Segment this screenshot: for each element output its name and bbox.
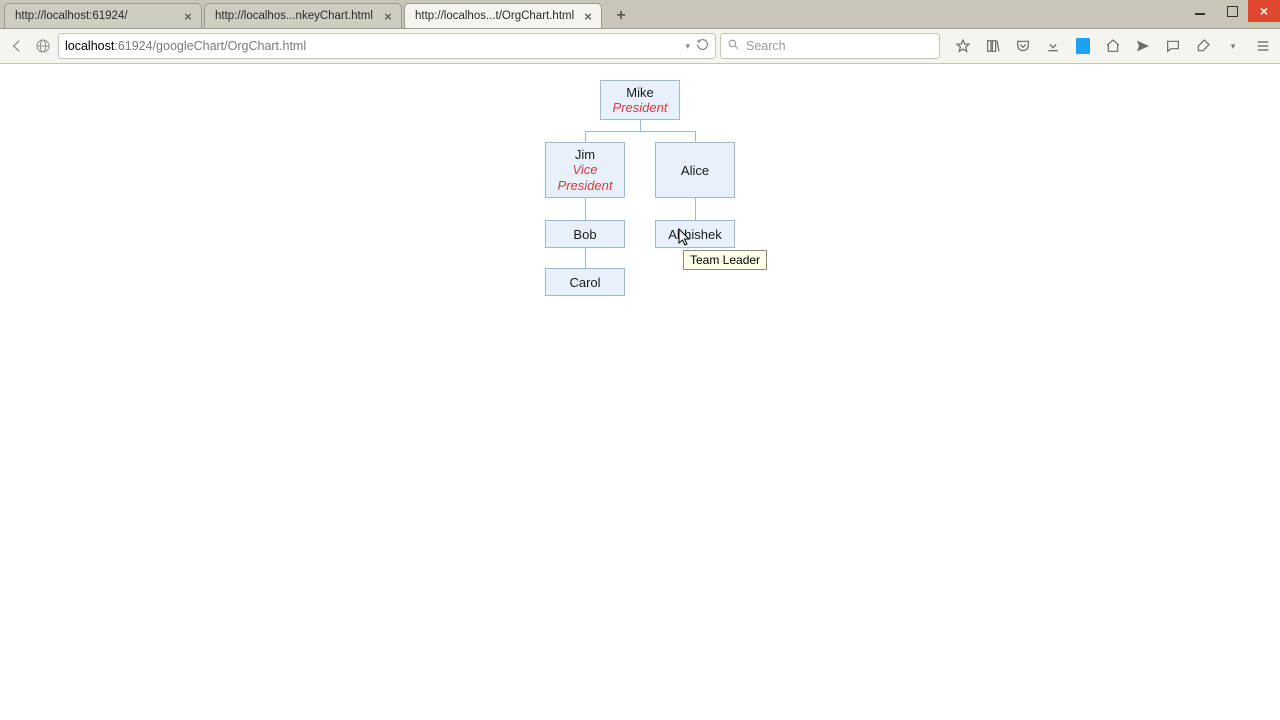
node-name: Alice xyxy=(681,163,709,178)
page-content: Mike President Jim Vice President Alice … xyxy=(0,80,1280,720)
toolbar-icons: ▾ xyxy=(954,37,1272,55)
url-dropdown-icon[interactable]: ▾ xyxy=(685,41,690,52)
reload-button[interactable] xyxy=(696,38,709,54)
pocket-icon[interactable] xyxy=(1014,37,1032,55)
node-tooltip: Team Leader xyxy=(683,250,767,270)
org-node-abhishek[interactable]: Abhishek xyxy=(655,220,735,248)
org-node-mike[interactable]: Mike President xyxy=(600,80,680,120)
org-node-alice[interactable]: Alice xyxy=(655,142,735,198)
library-icon[interactable] xyxy=(984,37,1002,55)
navbar: localhost :61924/googleChart/OrgChart.ht… xyxy=(0,29,1280,64)
node-title: Vice President xyxy=(558,162,613,193)
window-controls: × xyxy=(1184,0,1280,22)
tab-title: http://localhost:61924/ xyxy=(15,10,175,22)
search-placeholder: Search xyxy=(746,39,786,53)
connector xyxy=(585,248,586,268)
org-node-jim[interactable]: Jim Vice President xyxy=(545,142,625,198)
url-input[interactable]: localhost :61924/googleChart/OrgChart.ht… xyxy=(58,33,716,59)
downloads-icon[interactable] xyxy=(1044,37,1062,55)
org-node-carol[interactable]: Carol xyxy=(545,268,625,296)
connector xyxy=(585,198,586,220)
send-icon[interactable] xyxy=(1134,37,1152,55)
container-icon[interactable] xyxy=(1074,37,1092,55)
window-close-button[interactable]: × xyxy=(1248,0,1280,22)
node-name: Jim xyxy=(575,147,595,162)
browser-tab-1[interactable]: http://localhos...nkeyChart.html × xyxy=(204,3,402,28)
browser-tab-2[interactable]: http://localhos...t/OrgChart.html × xyxy=(404,3,602,28)
connector xyxy=(640,120,641,131)
browser-tab-0[interactable]: http://localhost:61924/ × xyxy=(4,3,202,28)
tab-title: http://localhos...t/OrgChart.html xyxy=(415,10,575,22)
connector xyxy=(585,131,586,142)
minimize-button[interactable] xyxy=(1184,0,1216,22)
node-name: Abhishek xyxy=(668,227,721,242)
globe-icon xyxy=(32,35,54,57)
close-tab-icon[interactable]: × xyxy=(381,9,395,23)
url-host: localhost xyxy=(65,39,114,53)
tab-strip: http://localhost:61924/ × http://localho… xyxy=(0,0,634,28)
node-name: Mike xyxy=(626,85,653,100)
search-icon xyxy=(727,38,740,54)
connector xyxy=(585,131,695,132)
chat-icon[interactable] xyxy=(1164,37,1182,55)
close-tab-icon[interactable]: × xyxy=(181,9,195,23)
url-path: :61924/googleChart/OrgChart.html xyxy=(114,39,306,53)
overflow-dropdown-icon[interactable]: ▾ xyxy=(1224,37,1242,55)
new-tab-button[interactable]: + xyxy=(608,6,634,26)
brush-icon[interactable] xyxy=(1194,37,1212,55)
tab-title: http://localhos...nkeyChart.html xyxy=(215,10,375,22)
home-icon[interactable] xyxy=(1104,37,1122,55)
search-input[interactable]: Search xyxy=(720,33,940,59)
node-name: Bob xyxy=(573,227,596,242)
maximize-button[interactable] xyxy=(1216,0,1248,22)
close-tab-icon[interactable]: × xyxy=(581,9,595,23)
hamburger-menu-icon[interactable] xyxy=(1254,37,1272,55)
connector xyxy=(695,198,696,220)
window-titlebar: http://localhost:61924/ × http://localho… xyxy=(0,0,1280,29)
node-name: Carol xyxy=(569,275,600,290)
bookmark-star-icon[interactable] xyxy=(954,37,972,55)
node-title: President xyxy=(613,100,668,116)
connector xyxy=(695,131,696,142)
org-node-bob[interactable]: Bob xyxy=(545,220,625,248)
back-button[interactable] xyxy=(6,35,28,57)
org-chart: Mike President Jim Vice President Alice … xyxy=(270,80,1010,400)
